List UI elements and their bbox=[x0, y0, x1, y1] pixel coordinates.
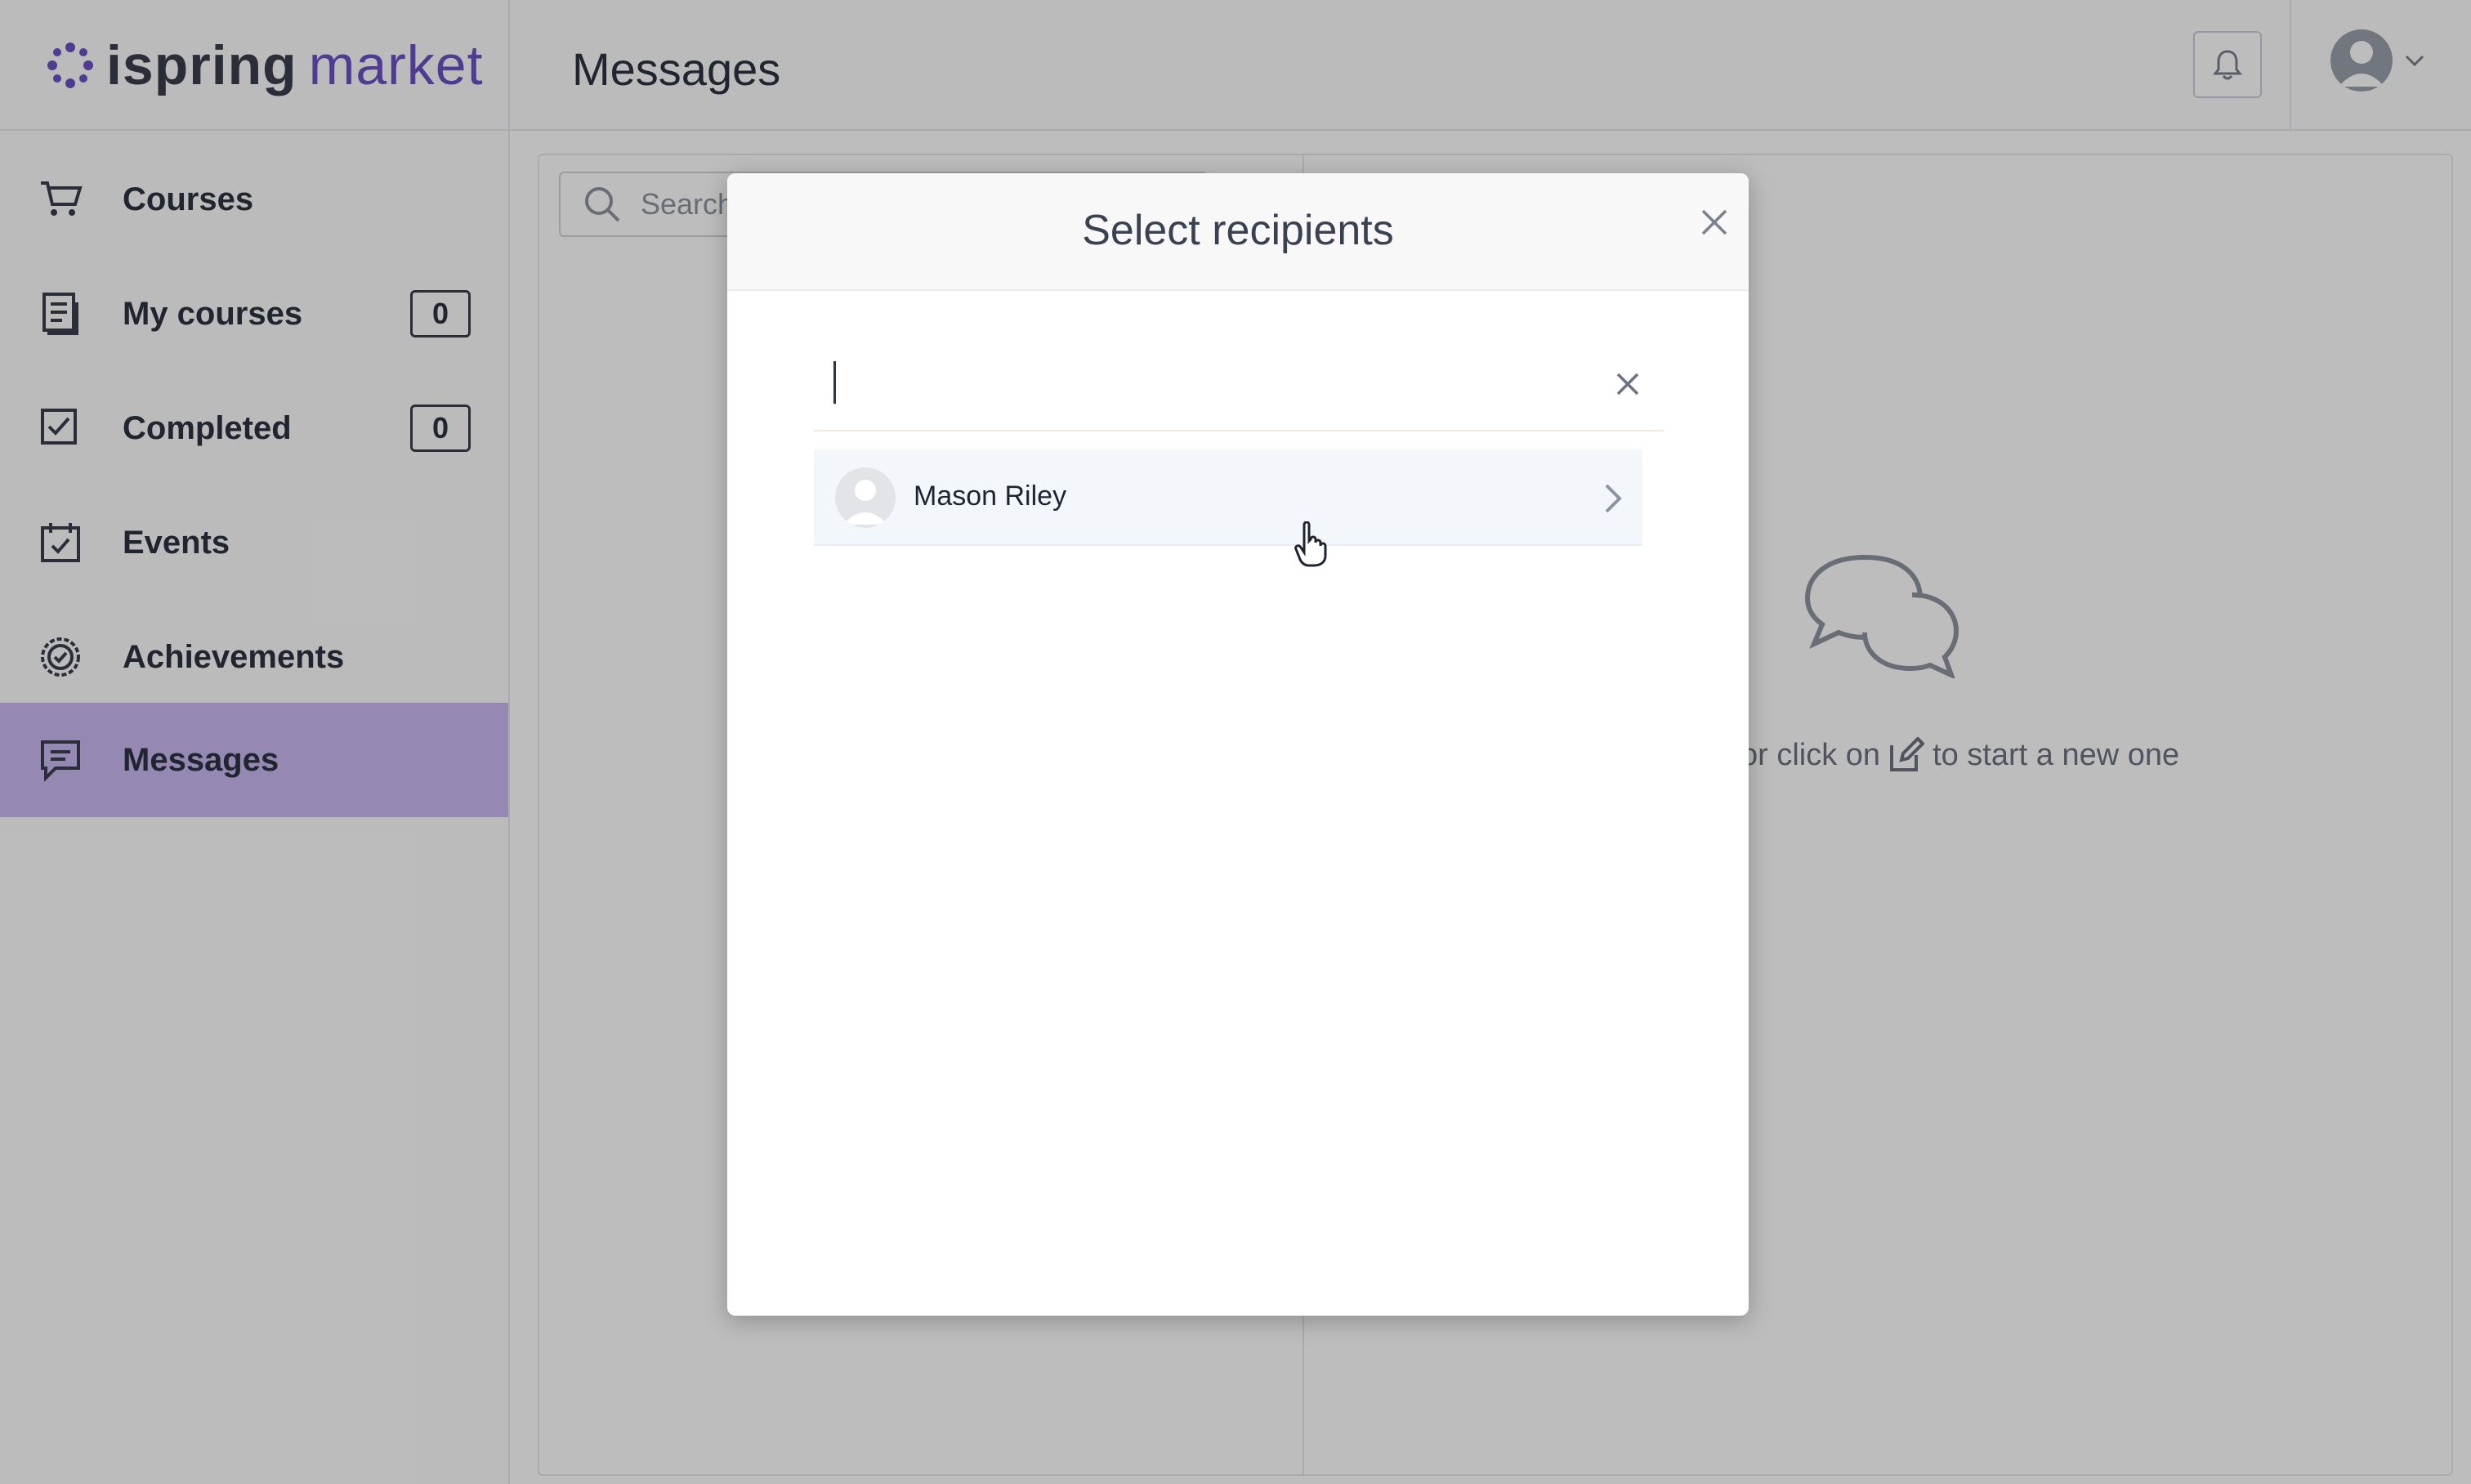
dialog-title: Select recipients bbox=[1082, 207, 1394, 254]
chevron-right-icon bbox=[1605, 484, 1622, 513]
recipient-name: Mason Riley bbox=[914, 481, 1067, 512]
recipient-search-input[interactable] bbox=[814, 342, 1664, 431]
recipient-list-item[interactable]: Mason Riley bbox=[814, 449, 1642, 546]
clear-search-button[interactable] bbox=[1610, 366, 1646, 402]
close-icon bbox=[1616, 373, 1639, 396]
user-icon bbox=[843, 480, 887, 525]
text-caret bbox=[833, 361, 836, 404]
dialog-header: Select recipients bbox=[727, 173, 1749, 291]
pointer-cursor-icon bbox=[1294, 521, 1327, 567]
close-button[interactable] bbox=[1690, 198, 1739, 247]
avatar bbox=[835, 467, 896, 528]
close-icon bbox=[1701, 209, 1727, 235]
